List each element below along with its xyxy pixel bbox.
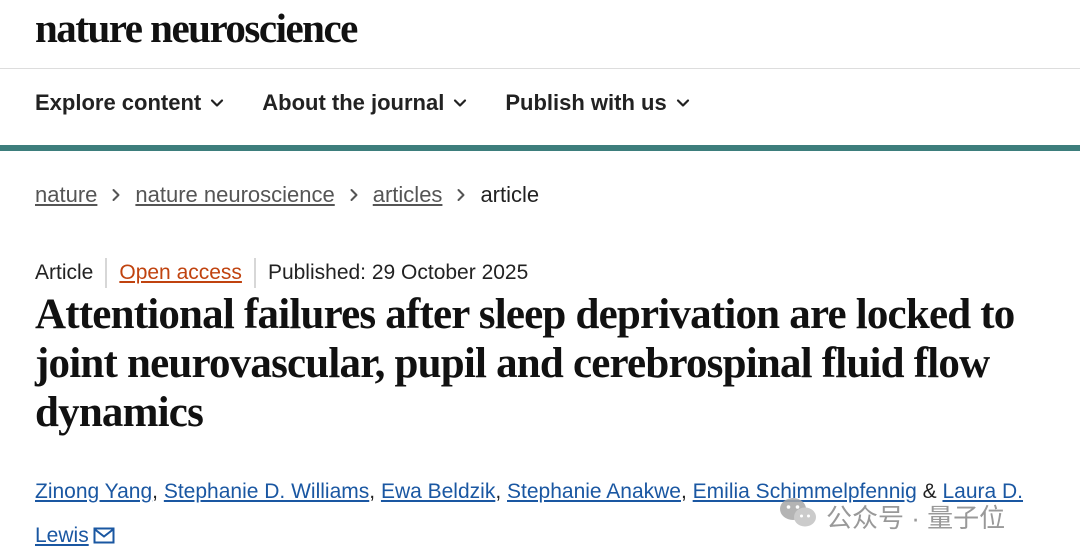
chevron-down-icon [453,96,467,110]
author-link[interactable]: Stephanie Anakwe [507,480,681,503]
article-meta: Article Open access Published: 29 Octobe… [35,258,528,288]
site-logo[interactable]: nature neuroscience [35,4,358,52]
published-date: Published: 29 October 2025 [267,261,529,284]
chevron-right-icon [349,188,359,202]
header-divider [0,68,1080,69]
email-icon[interactable] [93,516,115,560]
breadcrumb-link-nature[interactable]: nature [35,182,97,208]
chevron-down-icon [210,96,224,110]
watermark-text: 公众号 · 量子位 [826,503,1006,533]
nav-item-label: About the journal [262,90,445,115]
author-link[interactable]: Stephanie D. Williams [164,480,369,503]
breadcrumb-link-nature-neuroscience[interactable]: nature neuroscience [135,182,334,208]
author-link[interactable]: Ewa Beldzik [381,480,495,503]
header-accent-bar [0,145,1080,151]
breadcrumb: nature nature neuroscience articles arti… [35,182,539,208]
meta-divider [253,258,256,288]
author-separator: , [152,480,158,503]
nav-publish-with-us[interactable]: Publish with us [505,90,689,116]
nav-explore-content[interactable]: Explore content [35,90,224,116]
author-separator: , [369,480,376,503]
breadcrumb-current: article [480,182,540,207]
author-separator: , [495,480,502,503]
nav-item-label: Publish with us [505,90,667,115]
main-nav: Explore content About the journal Publis… [35,90,690,116]
nav-item-label: Explore content [35,90,202,115]
chevron-right-icon [456,188,466,202]
nav-about-journal[interactable]: About the journal [262,90,467,116]
author-separator: , [680,480,687,503]
chevron-right-icon [111,188,121,202]
author-link[interactable]: Zinong Yang [35,480,152,503]
breadcrumb-link-articles[interactable]: articles [373,182,443,208]
article-title: Attentional failures after sleep depriva… [35,291,1015,436]
watermark: 公众号 · 量子位 [778,496,1005,537]
chevron-down-icon [676,96,690,110]
open-access-link[interactable]: Open access [119,261,242,285]
meta-divider [105,258,108,288]
wechat-icon [778,496,818,537]
article-type: Article [35,261,94,284]
